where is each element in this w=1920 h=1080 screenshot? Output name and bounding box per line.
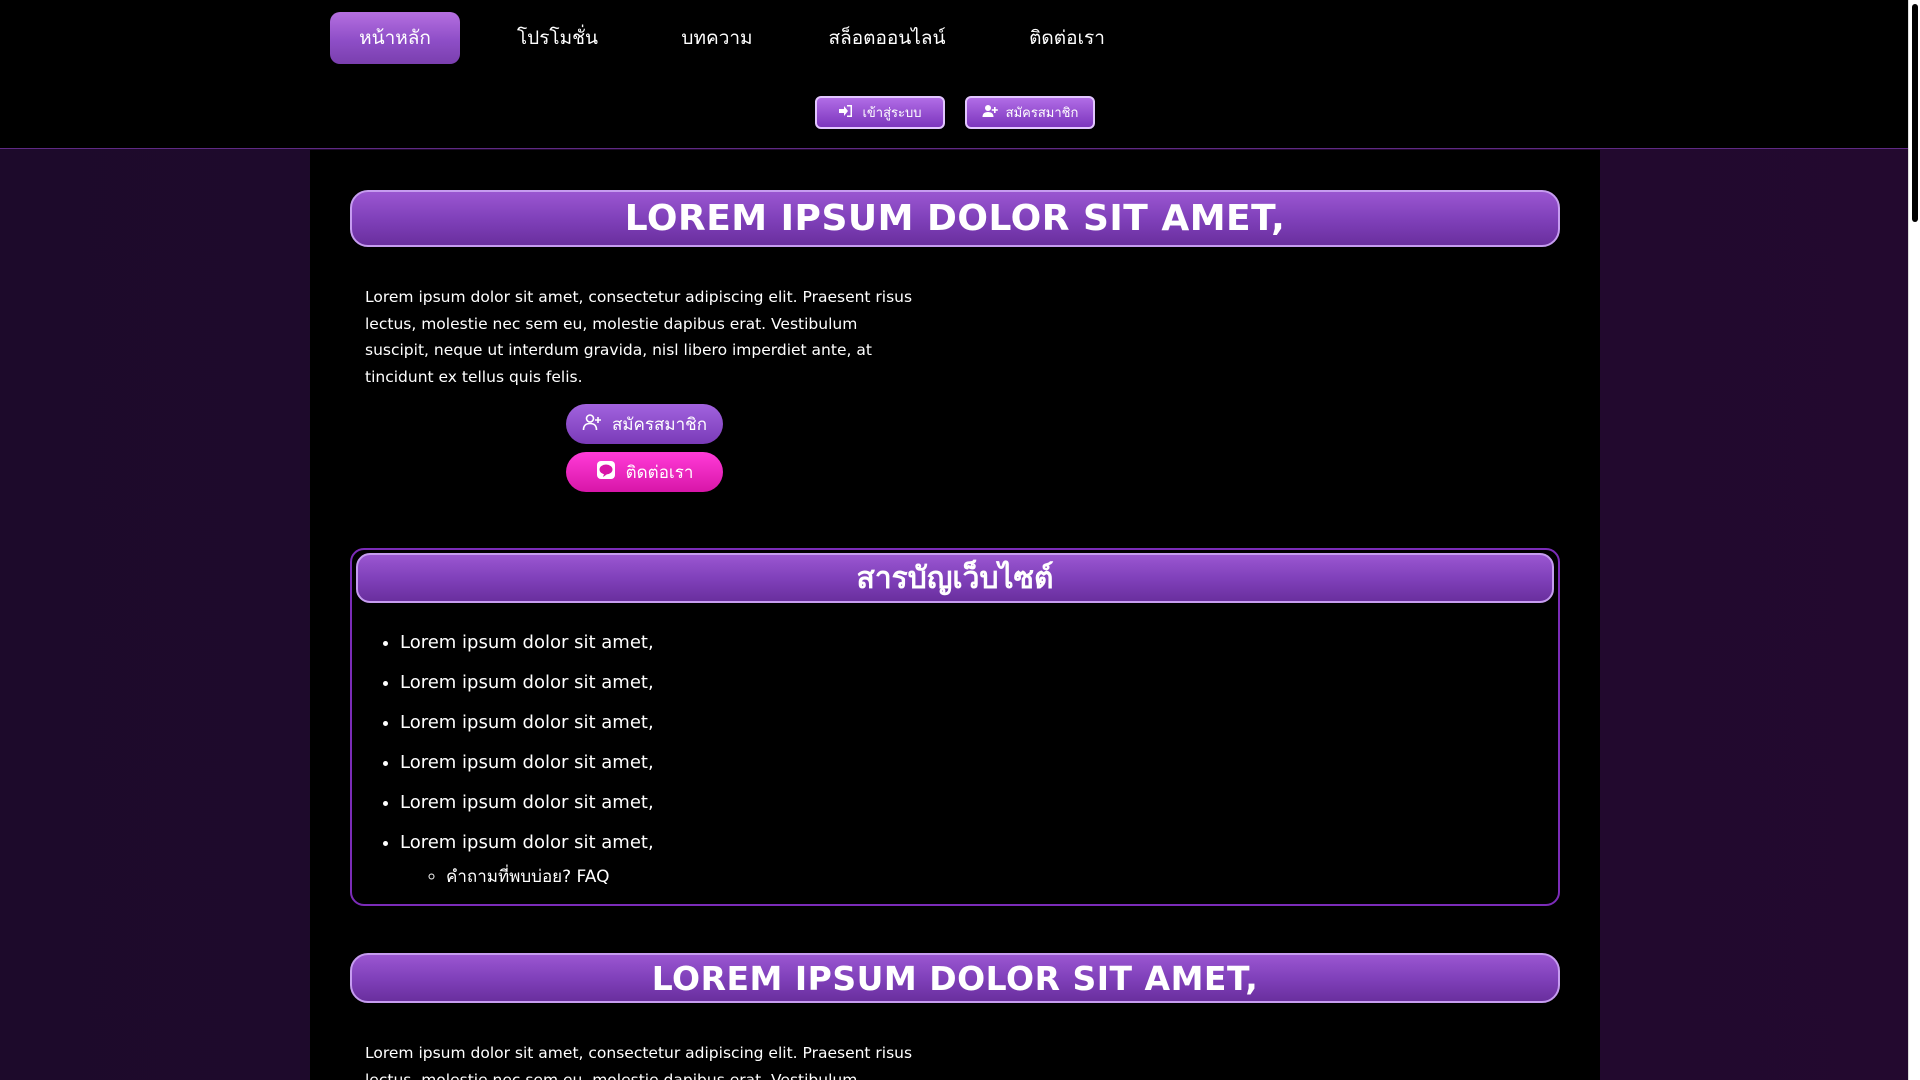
user-plus-icon xyxy=(982,103,998,123)
page-scrollbar[interactable] xyxy=(1908,0,1920,1080)
register-label: สมัครสมาชิก xyxy=(1005,106,1079,121)
signup-label: สมัครสมาชิก xyxy=(611,414,708,435)
section1-title: LOREM IPSUM DOLOR SIT AMET, xyxy=(350,190,1560,247)
nav-item-promotions[interactable]: โปรโมชั่น xyxy=(470,12,645,64)
toc-item[interactable]: Lorem ipsum dolor sit amet, xyxy=(400,790,654,830)
toc-item[interactable]: Lorem ipsum dolor sit amet, xyxy=(400,630,654,670)
scrollbar-thumb[interactable] xyxy=(1912,4,1918,222)
toc-item[interactable]: Lorem ipsum dolor sit amet, xyxy=(400,750,654,790)
table-of-contents: สารบัญเว็บไซต์ Lorem ipsum dolor sit ame… xyxy=(350,548,1560,906)
toc-sublist: คำถามที่พบบ่อย? FAQ xyxy=(446,863,609,890)
user-plus-icon xyxy=(582,412,602,437)
section1-paragraph: Lorem ipsum dolor sit amet, consectetur … xyxy=(365,288,913,386)
nav-item-articles[interactable]: บทความ xyxy=(657,12,777,64)
nav-item-home[interactable]: หน้าหลัก xyxy=(330,12,460,64)
signup-button[interactable]: สมัครสมาชิก xyxy=(566,404,723,444)
nav-item-contact[interactable]: ติดต่อเรา xyxy=(997,12,1137,64)
section2-title: LOREM IPSUM DOLOR SIT AMET, xyxy=(350,953,1560,1003)
login-label: เข้าสู่ระบบ xyxy=(862,106,922,121)
toc-item[interactable]: Lorem ipsum dolor sit amet, xyxy=(400,710,654,750)
main-nav: หน้าหลัก โปรโมชั่น บทความ สล็อตออนไลน์ ต… xyxy=(330,12,1137,64)
line-icon xyxy=(596,460,616,485)
login-button[interactable]: เข้าสู่ระบบ xyxy=(815,96,945,129)
contact-label: ติดต่อเรา xyxy=(625,462,694,483)
register-button[interactable]: สมัครสมาชิก xyxy=(965,96,1095,129)
toc-title: สารบัญเว็บไซต์ xyxy=(356,553,1554,603)
main-content: LOREM IPSUM DOLOR SIT AMET, Lorem ipsum … xyxy=(310,150,1600,1080)
section2-paragraph: Lorem ipsum dolor sit amet, consectetur … xyxy=(365,1044,913,1080)
toc-subitem-faq[interactable]: คำถามที่พบบ่อย? FAQ xyxy=(446,863,609,890)
contact-button[interactable]: ติดต่อเรา xyxy=(566,452,723,492)
site-header: หน้าหลัก โปรโมชั่น บทความ สล็อตออนไลน์ ต… xyxy=(0,0,1908,149)
nav-item-online-slots[interactable]: สล็อตออนไลน์ xyxy=(787,12,987,64)
login-icon xyxy=(838,103,854,123)
auth-buttons: เข้าสู่ระบบ สมัครสมาชิก xyxy=(815,96,1095,129)
toc-item[interactable]: Lorem ipsum dolor sit amet, xyxy=(400,670,654,710)
toc-list: Lorem ipsum dolor sit amet, Lorem ipsum … xyxy=(400,630,654,870)
